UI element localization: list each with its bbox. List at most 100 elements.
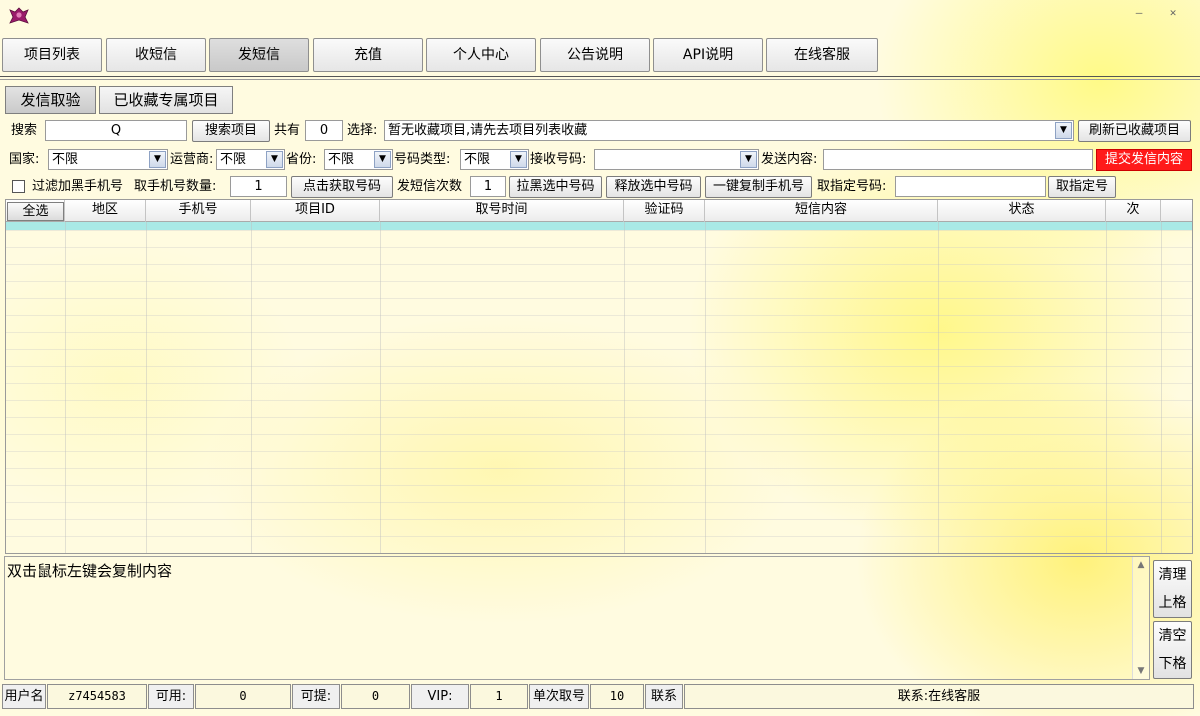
column-divider — [938, 222, 939, 553]
phone-count-input[interactable]: 1 — [230, 176, 287, 197]
app-logo-icon — [9, 7, 29, 24]
column-header-times[interactable]: 次 — [1106, 200, 1161, 222]
log-scrollbar[interactable]: ▲ ▼ — [1132, 557, 1149, 679]
tab-send-sms[interactable]: 发短信 — [209, 38, 309, 72]
column-header-sms-content[interactable]: 短信内容 — [705, 200, 938, 222]
send-content-label: 发送内容: — [761, 152, 818, 167]
subtab-send-verify[interactable]: 发信取验 — [5, 86, 96, 114]
tab-personal-center[interactable]: 个人中心 — [426, 38, 536, 72]
get-number-button[interactable]: 点击获取号码 — [291, 176, 393, 198]
single-fetch-value: 10 — [590, 684, 644, 709]
clear-lower-button[interactable]: 清空 下格 — [1153, 621, 1192, 679]
country-select[interactable]: 不限 ▼ — [48, 149, 168, 170]
minimize-button[interactable]: — — [1128, 6, 1150, 20]
column-header-status[interactable]: 状态 — [938, 200, 1106, 222]
carrier-label: 运营商: — [170, 152, 214, 167]
vip-value: 1 — [470, 684, 528, 709]
search-label: 搜索 — [11, 123, 38, 138]
send-times-label: 发短信次数 — [397, 179, 463, 194]
carrier-select[interactable]: 不限 ▼ — [216, 149, 285, 170]
total-label: 共有 — [274, 123, 301, 138]
number-type-select-value: 不限 — [464, 152, 491, 167]
column-divider — [1106, 222, 1107, 553]
tab-receive-sms[interactable]: 收短信 — [106, 38, 206, 72]
province-select-value: 不限 — [328, 152, 355, 167]
scroll-down-icon[interactable]: ▼ — [1133, 663, 1149, 679]
close-button[interactable]: ✕ — [1162, 6, 1184, 20]
column-divider — [251, 222, 252, 553]
available-value: 0 — [195, 684, 291, 709]
specific-number-label: 取指定号码: — [817, 179, 887, 194]
column-divider — [65, 222, 66, 553]
username-value: z7454583 — [47, 684, 147, 709]
receive-number-label: 接收号码: — [530, 152, 587, 167]
specific-number-input[interactable] — [895, 176, 1046, 197]
clear-upper-button[interactable]: 清理 上格 — [1153, 560, 1192, 618]
blacklist-selected-button[interactable]: 拉黑选中号码 — [509, 176, 602, 198]
phone-number-table[interactable]: 地区 手机号 项目ID 取号时间 验证码 短信内容 状态 次 全选 — [5, 199, 1193, 554]
select-all-button[interactable]: 全选 — [7, 202, 64, 221]
get-specific-number-button[interactable]: 取指定号 — [1048, 176, 1116, 198]
search-project-button[interactable]: 搜索项目 — [192, 120, 270, 142]
chevron-down-icon[interactable]: ▼ — [1055, 122, 1072, 139]
country-label: 国家: — [9, 152, 40, 167]
total-count-field: 0 — [305, 120, 343, 141]
withdrawable-value: 0 — [341, 684, 410, 709]
title-bar: — ✕ — [0, 0, 1200, 34]
clear-lower-line2: 下格 — [1158, 656, 1187, 672]
send-content-input[interactable] — [823, 149, 1093, 170]
filter-blacklist-label: 过滤加黑手机号 — [32, 179, 124, 194]
column-divider — [1161, 222, 1162, 553]
number-type-select[interactable]: 不限 ▼ — [460, 149, 529, 170]
submit-content-button[interactable]: 提交发信内容 — [1096, 149, 1192, 171]
chevron-down-icon[interactable]: ▼ — [266, 151, 283, 168]
chevron-down-icon[interactable]: ▼ — [374, 151, 391, 168]
log-textarea[interactable]: 双击鼠标左键会复制内容 ▲ ▼ — [4, 556, 1150, 680]
filter-blacklist-checkbox[interactable] — [12, 180, 25, 193]
tab-api-docs[interactable]: API说明 — [653, 38, 763, 72]
tab-recharge[interactable]: 充值 — [313, 38, 423, 72]
province-select[interactable]: 不限 ▼ — [324, 149, 393, 170]
scroll-up-icon[interactable]: ▲ — [1133, 557, 1149, 573]
phone-count-label: 取手机号数量: — [134, 179, 217, 194]
single-fetch-label: 单次取号 — [529, 684, 589, 709]
vip-label: VIP: — [411, 684, 469, 709]
clear-upper-line1: 清理 — [1158, 567, 1187, 583]
column-divider — [705, 222, 706, 553]
tab-online-support[interactable]: 在线客服 — [766, 38, 878, 72]
table-header: 地区 手机号 项目ID 取号时间 验证码 短信内容 状态 次 全选 — [6, 200, 1192, 222]
favorite-project-select-value: 暂无收藏项目,请先去项目列表收藏 — [388, 123, 588, 138]
tab-project-list[interactable]: 项目列表 — [2, 38, 102, 72]
column-divider — [624, 222, 625, 553]
receive-number-select[interactable]: ▼ — [594, 149, 759, 170]
copy-phones-button[interactable]: 一键复制手机号 — [705, 176, 812, 198]
column-header-phone[interactable]: 手机号 — [146, 200, 251, 222]
column-header-code[interactable]: 验证码 — [624, 200, 705, 222]
contact-value[interactable]: 联系:在线客服 — [684, 684, 1194, 709]
number-type-label: 号码类型: — [394, 152, 451, 167]
tab-announcement[interactable]: 公告说明 — [540, 38, 650, 72]
contact-label: 联系 — [645, 684, 683, 709]
release-selected-button[interactable]: 释放选中号码 — [606, 176, 701, 198]
table-top-band — [6, 222, 1192, 230]
available-label: 可用: — [148, 684, 194, 709]
column-header-project-id[interactable]: 项目ID — [251, 200, 380, 222]
column-header-region[interactable]: 地区 — [65, 200, 146, 222]
withdrawable-label: 可提: — [292, 684, 340, 709]
column-divider — [146, 222, 147, 553]
chevron-down-icon[interactable]: ▼ — [510, 151, 527, 168]
search-input[interactable]: Q — [45, 120, 187, 141]
favorite-project-select[interactable]: 暂无收藏项目,请先去项目列表收藏 ▼ — [384, 120, 1074, 141]
column-header-fetch-time[interactable]: 取号时间 — [380, 200, 624, 222]
chevron-down-icon[interactable]: ▼ — [149, 151, 166, 168]
send-times-input[interactable]: 1 — [470, 176, 506, 197]
clear-lower-line1: 清空 — [1158, 628, 1187, 644]
subtab-favorite-projects[interactable]: 已收藏专属项目 — [99, 86, 233, 114]
chevron-down-icon[interactable]: ▼ — [740, 151, 757, 168]
tab-divider — [0, 76, 1200, 77]
refresh-favorites-button[interactable]: 刷新已收藏项目 — [1078, 120, 1191, 142]
tab-divider-shadow — [0, 79, 1200, 80]
log-text: 双击鼠标左键会复制内容 — [7, 562, 173, 580]
carrier-select-value: 不限 — [220, 152, 247, 167]
province-label: 省份: — [286, 152, 317, 167]
